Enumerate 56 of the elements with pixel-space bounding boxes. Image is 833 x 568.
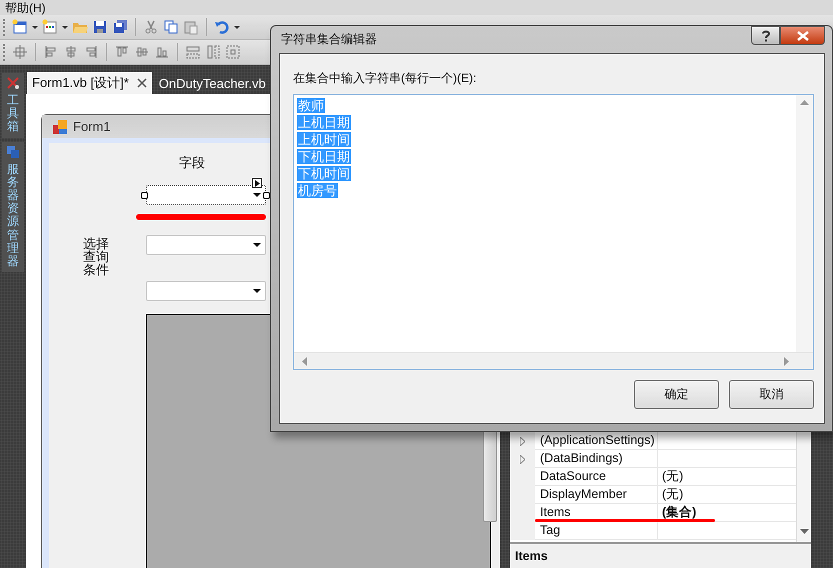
scroll-down-icon[interactable] (800, 529, 808, 534)
servers-icon (5, 144, 21, 160)
scroll-right-icon[interactable] (784, 356, 789, 366)
resize-handle[interactable] (141, 192, 148, 199)
condition-label: 选择查询条件 (83, 237, 109, 276)
side-tab[interactable]: 服务器资源管理器 (2, 142, 24, 272)
new-window-icon[interactable] (12, 19, 28, 35)
same-width-icon[interactable] (185, 44, 201, 60)
property-name[interactable]: DisplayMember (535, 486, 658, 504)
scissors-icon[interactable] (143, 19, 159, 35)
document-tab[interactable]: OnDutyTeacher.vb (154, 72, 271, 94)
tab-label: OnDutyTeacher.vb (158, 76, 266, 90)
caret-icon[interactable] (62, 26, 68, 28)
caret-icon[interactable] (234, 26, 240, 28)
dialog-button[interactable]: 取消 (729, 380, 814, 409)
play-icon (254, 180, 260, 186)
resize-handle[interactable] (263, 192, 270, 199)
form-icon (52, 118, 68, 134)
dialog-button[interactable]: 确定 (634, 380, 719, 409)
save-icon[interactable] (92, 19, 108, 35)
smart-tag-button[interactable] (252, 178, 262, 188)
tools-icon (5, 75, 21, 91)
same-height-icon[interactable] (205, 44, 221, 60)
dropdown-arrow-icon[interactable] (253, 289, 261, 293)
dialog-title: 字符串集合编辑器 (280, 31, 377, 48)
close-icon (796, 30, 808, 40)
scrollbar[interactable] (796, 430, 811, 542)
property-description: Items (510, 542, 811, 568)
field-label: 字段 (179, 154, 205, 172)
tab-label: Form1.vb [设计]* (32, 74, 129, 92)
editor-prompt: 在集合中输入字符串(每行一个)(E): (293, 70, 478, 87)
property-name[interactable]: DataSource (535, 468, 658, 486)
scroll-left-icon[interactable] (302, 356, 307, 366)
grid-window-icon[interactable] (42, 19, 58, 35)
combo-box[interactable] (146, 185, 266, 205)
side-tab[interactable]: 工具箱 (2, 73, 24, 138)
form-title: Form1 (73, 119, 111, 134)
undo-icon[interactable] (214, 19, 230, 35)
help-button[interactable] (751, 26, 780, 45)
close-button[interactable] (780, 26, 825, 45)
property-name[interactable]: (DataBindings) (535, 450, 658, 468)
question-icon (762, 30, 770, 42)
dropdown-arrow-icon[interactable] (253, 243, 261, 247)
close-icon[interactable] (136, 78, 147, 88)
same-size-icon[interactable] (225, 44, 241, 60)
side-tab-label: 工具箱 (7, 94, 19, 134)
save-all-icon[interactable] (112, 19, 128, 35)
menu-item[interactable]: 帮助(H) (5, 0, 46, 14)
document-tab[interactable]: Form1.vb [设计]* (27, 72, 152, 94)
side-tab-label: 服务器资源管理器 (7, 162, 19, 268)
caret-icon[interactable] (32, 26, 38, 28)
align-grid-icon[interactable] (12, 44, 28, 60)
copy-icon[interactable] (163, 19, 179, 35)
scroll-up-icon[interactable] (800, 100, 809, 105)
clipboard-icon[interactable] (183, 19, 199, 35)
dropdown-arrow-icon[interactable] (253, 193, 261, 197)
